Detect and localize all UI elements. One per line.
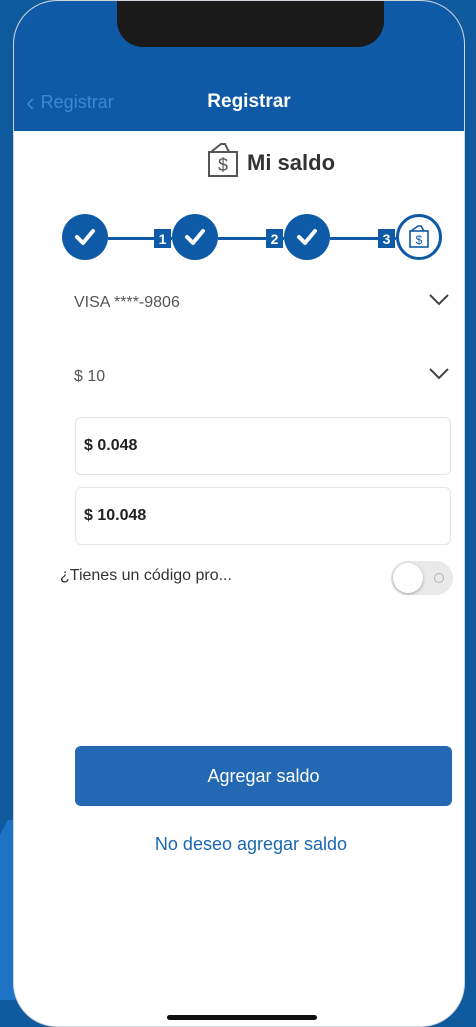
device-notch [117, 1, 384, 47]
skip-balance-link[interactable]: No deseo agregar saldo [26, 834, 464, 855]
amount-select[interactable]: $ 10 [74, 367, 450, 386]
svg-text:$: $ [416, 233, 423, 247]
nav-header: ‹ Registrar Registrar [14, 1, 464, 131]
chevron-down-icon [428, 293, 450, 312]
step-number-2: 2 [266, 229, 283, 248]
toggle-off-icon [434, 573, 444, 583]
dollar-bill-icon: $ [207, 142, 239, 183]
promo-code-label: ¿Tienes un código pro... [60, 567, 232, 584]
chevron-down-icon [428, 367, 450, 386]
total-value: $ 10.048 [84, 507, 147, 524]
phone-screen: ‹ Registrar Registrar $ Mi saldo 1 2 3 $… [13, 0, 465, 1027]
page-title: Registrar [207, 91, 291, 112]
step-1-check-icon [62, 214, 108, 260]
step-3-check-icon [284, 214, 330, 260]
toggle-knob [393, 563, 423, 593]
total-field[interactable]: $ 10.048 [75, 487, 451, 545]
step-number-1: 1 [154, 229, 171, 248]
fee-field[interactable]: $ 0.048 [75, 417, 451, 475]
progress-stepper: 1 2 3 $ [62, 213, 442, 263]
card-select[interactable]: VISA ****-9806 [74, 293, 450, 312]
promo-code-toggle[interactable] [391, 561, 453, 595]
step-current-dollar-icon: $ [396, 214, 442, 260]
add-balance-button[interactable]: Agregar saldo [75, 746, 452, 806]
step-number-3: 3 [378, 229, 395, 248]
section-title: $ Mi saldo [207, 142, 335, 183]
svg-text:$: $ [218, 155, 228, 175]
amount-select-value: $ 10 [74, 367, 106, 385]
card-select-value: VISA ****-9806 [74, 293, 180, 311]
home-indicator [167, 1015, 317, 1020]
step-2-check-icon [172, 214, 218, 260]
section-title-label: Mi saldo [247, 149, 336, 175]
fee-value: $ 0.048 [84, 437, 138, 454]
